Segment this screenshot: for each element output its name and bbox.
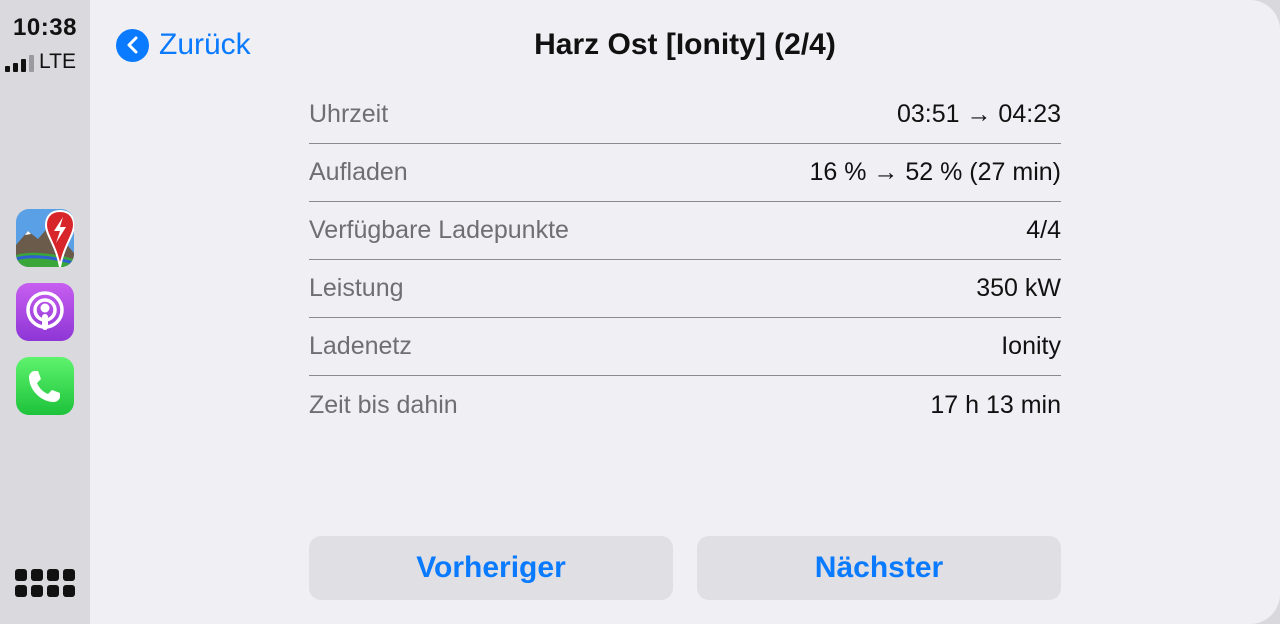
detail-label: Aufladen xyxy=(309,158,408,186)
detail-value: 4/4 xyxy=(1026,216,1061,244)
phone-app-icon[interactable] xyxy=(16,357,74,415)
details-list: Uhrzeit 03:51 → 04:23 Aufladen 16 % → 52… xyxy=(309,86,1061,434)
ev-charging-app-icon[interactable] xyxy=(16,209,74,267)
carplay-dock: 10:38 LTE xyxy=(0,0,90,624)
detail-row-available-points: Verfügbare Ladepunkte 4/4 xyxy=(309,202,1061,260)
podcasts-app-icon[interactable] xyxy=(16,283,74,341)
detail-row-time: Uhrzeit 03:51 → 04:23 xyxy=(309,86,1061,144)
detail-row-network: Ladenetz Ionity xyxy=(309,318,1061,376)
detail-label: Verfügbare Ladepunkte xyxy=(309,216,569,244)
detail-value: 17 h 13 min xyxy=(930,390,1061,419)
detail-label: Leistung xyxy=(309,274,404,302)
detail-value: Ionity xyxy=(1001,332,1061,360)
detail-value: 350 kW xyxy=(976,274,1061,302)
next-button[interactable]: Nächster xyxy=(697,536,1061,600)
detail-label: Ladenetz xyxy=(309,332,412,360)
detail-label: Zeit bis dahin xyxy=(309,390,458,419)
page-title: Harz Ost [Ionity] (2/4) xyxy=(534,28,836,61)
detail-row-time-until: Zeit bis dahin 17 h 13 min xyxy=(309,376,1061,434)
detail-value: 16 % → 52 % (27 min) xyxy=(809,158,1062,186)
detail-row-power: Leistung 350 kW xyxy=(309,260,1061,318)
status-time: 10:38 xyxy=(13,14,77,41)
network-type: LTE xyxy=(39,50,76,73)
status-signal: LTE xyxy=(5,50,76,74)
app-grid-icon[interactable] xyxy=(15,569,75,601)
detail-row-charging: Aufladen 16 % → 52 % (27 min) xyxy=(309,144,1061,202)
detail-label: Uhrzeit xyxy=(309,100,389,128)
main-panel: Zurück Harz Ost [Ionity] (2/4) Uhrzeit 0… xyxy=(90,0,1280,624)
previous-button[interactable]: Vorheriger xyxy=(309,536,673,600)
detail-value: 03:51 → 04:23 xyxy=(896,100,1061,128)
signal-strength-icon xyxy=(5,55,34,72)
